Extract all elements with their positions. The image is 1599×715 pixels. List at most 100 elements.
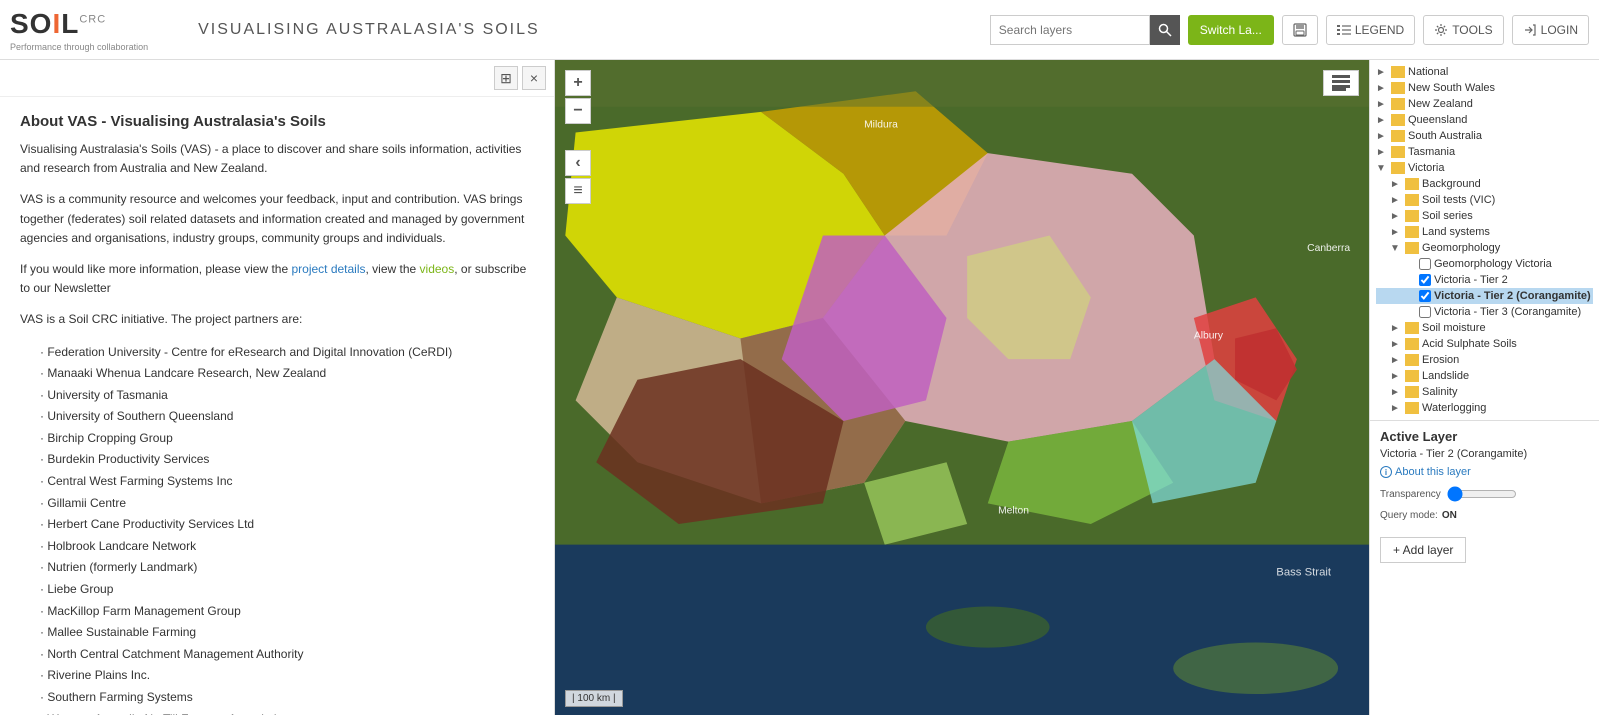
layer-item[interactable]: ▼Victoria bbox=[1376, 160, 1593, 176]
layer-expand-icon[interactable]: ► bbox=[1376, 115, 1388, 126]
layer-label: Salinity bbox=[1422, 386, 1457, 398]
layer-item[interactable]: ▼ Geomorphology bbox=[1376, 240, 1593, 256]
add-layer-button[interactable]: + Add layer bbox=[1380, 537, 1466, 563]
nav-list-button[interactable]: ≡ bbox=[565, 178, 591, 204]
layer-label: Victoria - Tier 2 (Corangamite) bbox=[1434, 290, 1591, 302]
zoom-controls: + − bbox=[565, 70, 591, 124]
layer-label: Victoria - Tier 2 bbox=[1434, 274, 1508, 286]
layers-icon bbox=[1332, 75, 1350, 91]
layer-item[interactable]: ► Salinity bbox=[1376, 384, 1593, 400]
layer-expand-icon[interactable]: ▼ bbox=[1390, 243, 1402, 254]
list-item: Mallee Sustainable Farming bbox=[40, 622, 534, 644]
login-button[interactable]: LOGIN bbox=[1512, 15, 1589, 45]
list-item: Manaaki Whenua Landcare Research, New Ze… bbox=[40, 363, 534, 385]
tools-button[interactable]: TOOLS bbox=[1423, 15, 1503, 45]
layer-label: Landslide bbox=[1422, 370, 1469, 382]
scale-label: | bbox=[572, 693, 575, 704]
layer-expand-icon[interactable]: ► bbox=[1376, 99, 1388, 110]
left-panel: ⊞ × About VAS - Visualising Australasia'… bbox=[0, 60, 555, 715]
layer-item[interactable]: ►Tasmania bbox=[1376, 144, 1593, 160]
map-area[interactable]: Mildura Canberra Albury Melton Bass Stra… bbox=[555, 60, 1369, 715]
layer-item[interactable]: ►South Australia bbox=[1376, 128, 1593, 144]
switch-layers-button[interactable]: Switch La... bbox=[1188, 15, 1274, 45]
transparency-slider[interactable] bbox=[1447, 486, 1517, 502]
query-mode-label: Query mode: bbox=[1380, 510, 1438, 521]
panel-para3-middle: , view the bbox=[366, 262, 420, 276]
layer-item[interactable]: ►Acid Sulphate Soils bbox=[1376, 336, 1593, 352]
layer-item[interactable]: ► Background bbox=[1376, 176, 1593, 192]
folder-icon bbox=[1405, 386, 1419, 398]
list-item: Western Australia No Till Farmers Associ… bbox=[40, 709, 534, 715]
legend-label: LEGEND bbox=[1355, 23, 1404, 37]
scale-bar: | 100 km | bbox=[565, 690, 623, 707]
legend-icon bbox=[1337, 25, 1351, 35]
layer-expand-icon[interactable]: ► bbox=[1376, 83, 1388, 94]
layer-expand-icon[interactable]: ► bbox=[1390, 387, 1402, 398]
login-icon bbox=[1523, 23, 1537, 37]
layer-item[interactable]: ►Soil series bbox=[1376, 208, 1593, 224]
layer-item[interactable]: ►Queensland bbox=[1376, 112, 1593, 128]
layer-item[interactable]: ►Soil tests (VIC) bbox=[1376, 192, 1593, 208]
nav-controls: ‹ ≡ bbox=[565, 150, 591, 204]
layer-item[interactable]: ►Erosion bbox=[1376, 352, 1593, 368]
layer-expand-icon[interactable]: ► bbox=[1376, 147, 1388, 158]
logo-text: SOILCRC bbox=[10, 8, 106, 40]
layer-item[interactable]: Victoria - Tier 2 bbox=[1376, 272, 1593, 288]
search-button[interactable] bbox=[1150, 15, 1180, 45]
layer-checkbox[interactable] bbox=[1419, 274, 1431, 286]
save-map-button[interactable] bbox=[1282, 15, 1318, 45]
layer-item[interactable]: ► Waterlogging bbox=[1376, 400, 1593, 416]
layer-checkbox[interactable] bbox=[1419, 306, 1431, 318]
list-item: Herbert Cane Productivity Services Ltd bbox=[40, 514, 534, 536]
folder-icon bbox=[1405, 322, 1419, 334]
zoom-in-button[interactable]: + bbox=[565, 70, 591, 96]
layer-item[interactable]: ►New South Wales bbox=[1376, 80, 1593, 96]
folder-icon bbox=[1391, 66, 1405, 78]
layer-item[interactable]: ►Land systems bbox=[1376, 224, 1593, 240]
svg-text:Bass Strait: Bass Strait bbox=[1276, 567, 1332, 579]
nav-left-button[interactable]: ‹ bbox=[565, 150, 591, 176]
layer-item[interactable]: Geomorphology Victoria bbox=[1376, 256, 1593, 272]
list-item: MacKillop Farm Management Group bbox=[40, 601, 534, 623]
layer-label: Background bbox=[1422, 178, 1481, 190]
layer-label: Victoria - Tier 3 (Corangamite) bbox=[1434, 306, 1581, 318]
layer-expand-icon[interactable]: ▼ bbox=[1376, 163, 1388, 174]
project-details-link[interactable]: project details bbox=[291, 262, 365, 276]
layer-item[interactable]: ►National bbox=[1376, 64, 1593, 80]
layer-expand-icon[interactable]: ► bbox=[1390, 355, 1402, 366]
layer-item[interactable]: ► Soil moisture bbox=[1376, 320, 1593, 336]
partners-list: Federation University - Centre for eRese… bbox=[40, 342, 534, 715]
layer-expand-icon[interactable]: ► bbox=[1390, 227, 1402, 238]
tools-label: TOOLS bbox=[1452, 23, 1492, 37]
layer-label: Geomorphology bbox=[1422, 242, 1500, 254]
panel-window-button[interactable]: ⊞ bbox=[494, 66, 518, 90]
layer-item[interactable]: ►New Zealand bbox=[1376, 96, 1593, 112]
layer-item[interactable]: ► Landslide bbox=[1376, 368, 1593, 384]
layer-expand-icon[interactable]: ► bbox=[1376, 67, 1388, 78]
layer-label: Waterlogging bbox=[1422, 402, 1486, 414]
layer-expand-icon[interactable]: ► bbox=[1390, 339, 1402, 350]
folder-icon bbox=[1391, 146, 1405, 158]
about-layer-link[interactable]: i About this layer bbox=[1380, 466, 1589, 478]
search-input[interactable] bbox=[990, 15, 1150, 45]
layer-expand-icon[interactable]: ► bbox=[1390, 211, 1402, 222]
logo-area: SOILCRC Performance through collaboratio… bbox=[10, 8, 148, 52]
layer-expand-icon[interactable]: ► bbox=[1390, 179, 1402, 190]
right-panel: ►National►New South Wales►New Zealand►Qu… bbox=[1369, 60, 1599, 715]
zoom-out-button[interactable]: − bbox=[565, 98, 591, 124]
panel-close-button[interactable]: × bbox=[522, 66, 546, 90]
layer-checkbox[interactable] bbox=[1419, 290, 1431, 302]
scale-end: | bbox=[613, 693, 616, 704]
layer-checkbox[interactable] bbox=[1419, 258, 1431, 270]
legend-button[interactable]: LEGEND bbox=[1326, 15, 1415, 45]
layer-expand-icon[interactable]: ► bbox=[1390, 403, 1402, 414]
videos-link[interactable]: videos bbox=[420, 262, 455, 276]
layer-expand-icon[interactable]: ► bbox=[1376, 131, 1388, 142]
layer-expand-icon[interactable]: ► bbox=[1390, 195, 1402, 206]
layer-expand-icon[interactable]: ► bbox=[1390, 323, 1402, 334]
layer-label: Soil moisture bbox=[1422, 322, 1486, 334]
layer-item[interactable]: Victoria - Tier 2 (Corangamite) bbox=[1376, 288, 1593, 304]
layer-switcher-map-button[interactable] bbox=[1323, 70, 1359, 96]
layer-item[interactable]: Victoria - Tier 3 (Corangamite) bbox=[1376, 304, 1593, 320]
layer-expand-icon[interactable]: ► bbox=[1390, 371, 1402, 382]
